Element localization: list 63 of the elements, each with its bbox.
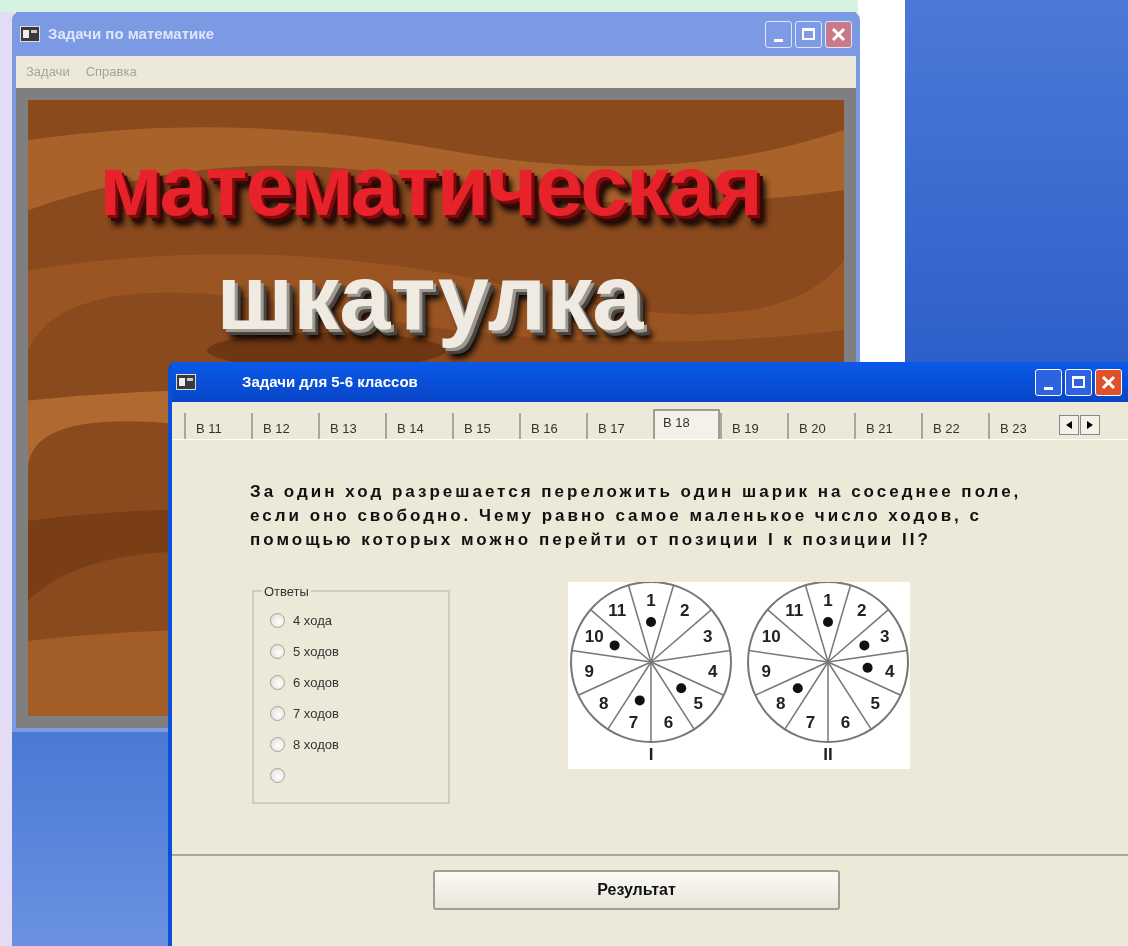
sector-number: 4	[708, 661, 718, 681]
splash-title: математическая	[99, 138, 762, 235]
sector-number: 1	[646, 590, 656, 610]
sector-number: 7	[628, 712, 639, 732]
tab[interactable]: В 15	[452, 413, 519, 439]
tab[interactable]: В 11	[184, 413, 251, 439]
sector-number: 1	[823, 590, 833, 610]
sector-number: 7	[805, 712, 816, 732]
radio-label: 5 ходов	[293, 642, 339, 661]
sector-number: 11	[785, 600, 804, 620]
radio-label: 6 ходов	[293, 673, 339, 692]
radio-label: 8 ходов	[293, 735, 339, 754]
sector-number: 4	[885, 661, 895, 681]
radio-button[interactable]	[270, 737, 285, 752]
sector-number: 3	[703, 627, 713, 647]
sector-number: 10	[584, 627, 604, 647]
radio-button[interactable]	[270, 675, 285, 690]
radio-button[interactable]	[270, 768, 285, 783]
tab[interactable]: В 16	[519, 413, 586, 439]
sector-number: 2	[857, 600, 867, 620]
sector-number: 6	[840, 712, 851, 732]
left-arrow-icon	[1066, 421, 1072, 429]
radio-label: 4 хода	[293, 611, 332, 630]
minimize-button[interactable]	[765, 20, 792, 48]
tab[interactable]: В 18	[653, 409, 720, 439]
scroll-left-button[interactable]	[1059, 415, 1079, 435]
radio-button[interactable]	[270, 644, 285, 659]
scroll-right-button[interactable]	[1080, 415, 1100, 435]
close-button[interactable]	[825, 20, 852, 48]
sector-number: 8	[776, 693, 786, 713]
sector-number: 10	[761, 627, 781, 647]
sector-number: 3	[880, 627, 890, 647]
right-arrow-icon	[1087, 421, 1093, 429]
app-icon	[20, 26, 40, 42]
sector-number: 2	[680, 600, 690, 620]
sector-number: 6	[663, 712, 674, 732]
tab[interactable]: В 14	[385, 413, 452, 439]
window-title: Задачи по математике	[48, 23, 216, 44]
tab[interactable]: В 20	[787, 413, 854, 439]
tab[interactable]: В 12	[251, 413, 318, 439]
radio-label: 7 ходов	[293, 704, 339, 723]
tab[interactable]: В 22	[921, 413, 988, 439]
maximize-button[interactable]	[795, 20, 822, 48]
sector-number: 8	[599, 693, 609, 713]
close-icon	[1101, 374, 1116, 390]
close-icon	[831, 26, 846, 42]
question-text: За один ход разрешается переложить один шарик на соседнее поле, если оно свободно. Чему равно самое маленькое число ходов, с помощью которых можно перейти от позиции I к позиции II?	[250, 481, 1023, 551]
window-title: Задачи для 5-6 классов	[241, 371, 419, 392]
sector-number: 9	[761, 661, 771, 681]
app-icon	[176, 374, 196, 390]
radio-button[interactable]	[270, 613, 285, 628]
sector-number: 11	[608, 600, 627, 620]
position-label: I	[648, 745, 654, 764]
sector-number: 9	[584, 661, 594, 681]
radio-button[interactable]	[270, 706, 285, 721]
position-label: II	[823, 745, 833, 764]
tab[interactable]: В 23	[988, 413, 1055, 439]
result-button[interactable]: Результат	[433, 870, 840, 910]
tab[interactable]: В 13	[318, 413, 385, 439]
sector-number: 5	[693, 693, 703, 713]
sector-number: 5	[870, 693, 880, 713]
tab[interactable]: В 21	[854, 413, 921, 439]
tab[interactable]: В 19	[720, 413, 787, 439]
